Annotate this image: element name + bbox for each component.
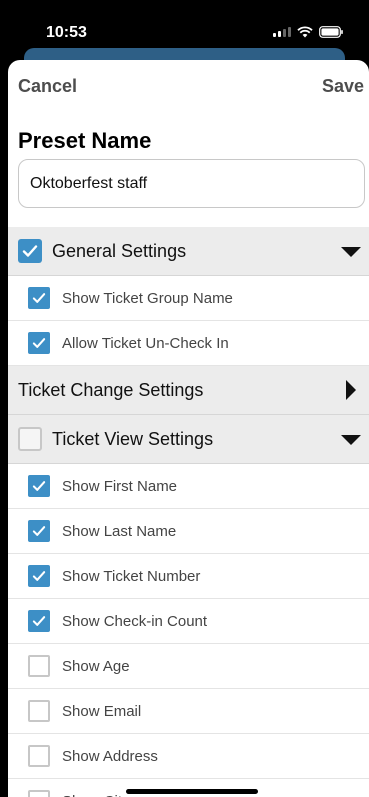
setting-row[interactable]: Show Ticket Group Name (8, 276, 369, 321)
setting-label: Allow Ticket Un-Check In (62, 334, 229, 352)
setting-row[interactable]: Show First Name (8, 464, 369, 509)
battery-icon (319, 26, 343, 38)
section-label: Ticket Change Settings (18, 379, 204, 400)
setting-row[interactable]: Allow Ticket Un-Check In (8, 321, 369, 366)
status-bar: 10:53 (0, 0, 369, 52)
preset-sheet: Cancel Save Preset Name General Settings… (8, 60, 369, 797)
setting-checkbox[interactable] (28, 610, 50, 632)
status-time: 10:53 (46, 24, 87, 41)
wifi-icon (297, 26, 313, 38)
setting-label: Show First Name (62, 477, 178, 495)
section-label: Ticket View Settings (52, 428, 214, 449)
setting-checkbox[interactable] (28, 287, 50, 309)
setting-row[interactable]: Show Ticket Number (8, 554, 369, 599)
setting-label: Show Last Name (62, 522, 177, 540)
setting-row[interactable]: Show Email (8, 689, 369, 734)
setting-row[interactable]: Show Address (8, 734, 369, 779)
setting-checkbox[interactable] (28, 475, 50, 497)
setting-label: Show Email (62, 702, 142, 720)
setting-label: Show Ticket Number (62, 567, 201, 585)
setting-label: Show Check-in Count (62, 612, 208, 630)
preset-name-input[interactable] (18, 159, 365, 208)
setting-checkbox[interactable] (28, 332, 50, 354)
caret-down-icon[interactable] (341, 435, 361, 445)
setting-row[interactable]: Show City (8, 779, 369, 797)
section-checkbox-wrap (18, 427, 42, 451)
section-checkbox[interactable] (18, 239, 42, 263)
setting-checkbox[interactable] (28, 790, 50, 797)
save-button[interactable]: Save (322, 76, 364, 97)
setting-checkbox[interactable] (28, 520, 50, 542)
setting-row[interactable]: Show Age (8, 644, 369, 689)
setting-label: Show Ticket Group Name (62, 289, 233, 307)
home-indicator (126, 789, 258, 794)
setting-checkbox[interactable] (28, 700, 50, 722)
setting-row[interactable]: Show Last Name (8, 509, 369, 554)
settings-list: General Settings Show Ticket Group Name Al… (8, 227, 369, 797)
setting-checkbox[interactable] (28, 745, 50, 767)
cellular-signal-icon (273, 27, 291, 37)
setting-checkbox[interactable] (28, 655, 50, 677)
caret-down-icon[interactable] (341, 247, 361, 257)
sheet-header: Cancel Save (8, 60, 369, 112)
setting-label: Show City (62, 793, 130, 797)
setting-label: Show Address (62, 747, 158, 765)
cancel-button[interactable]: Cancel (18, 76, 77, 97)
status-icons (273, 26, 343, 38)
setting-checkbox[interactable] (28, 565, 50, 587)
setting-row[interactable]: Show Check-in Count (8, 599, 369, 644)
section-checkbox[interactable] (18, 427, 42, 451)
setting-label: Show Age (62, 657, 130, 675)
section-label: General Settings (52, 240, 187, 261)
section-header[interactable]: Ticket View Settings (8, 415, 369, 464)
section-checkbox-wrap (18, 239, 42, 263)
section-header[interactable]: General Settings (8, 227, 369, 276)
section-header[interactable]: Ticket Change Settings (8, 366, 369, 415)
preset-name-title: Preset Name (18, 128, 152, 153)
caret-right-icon[interactable] (346, 380, 356, 400)
